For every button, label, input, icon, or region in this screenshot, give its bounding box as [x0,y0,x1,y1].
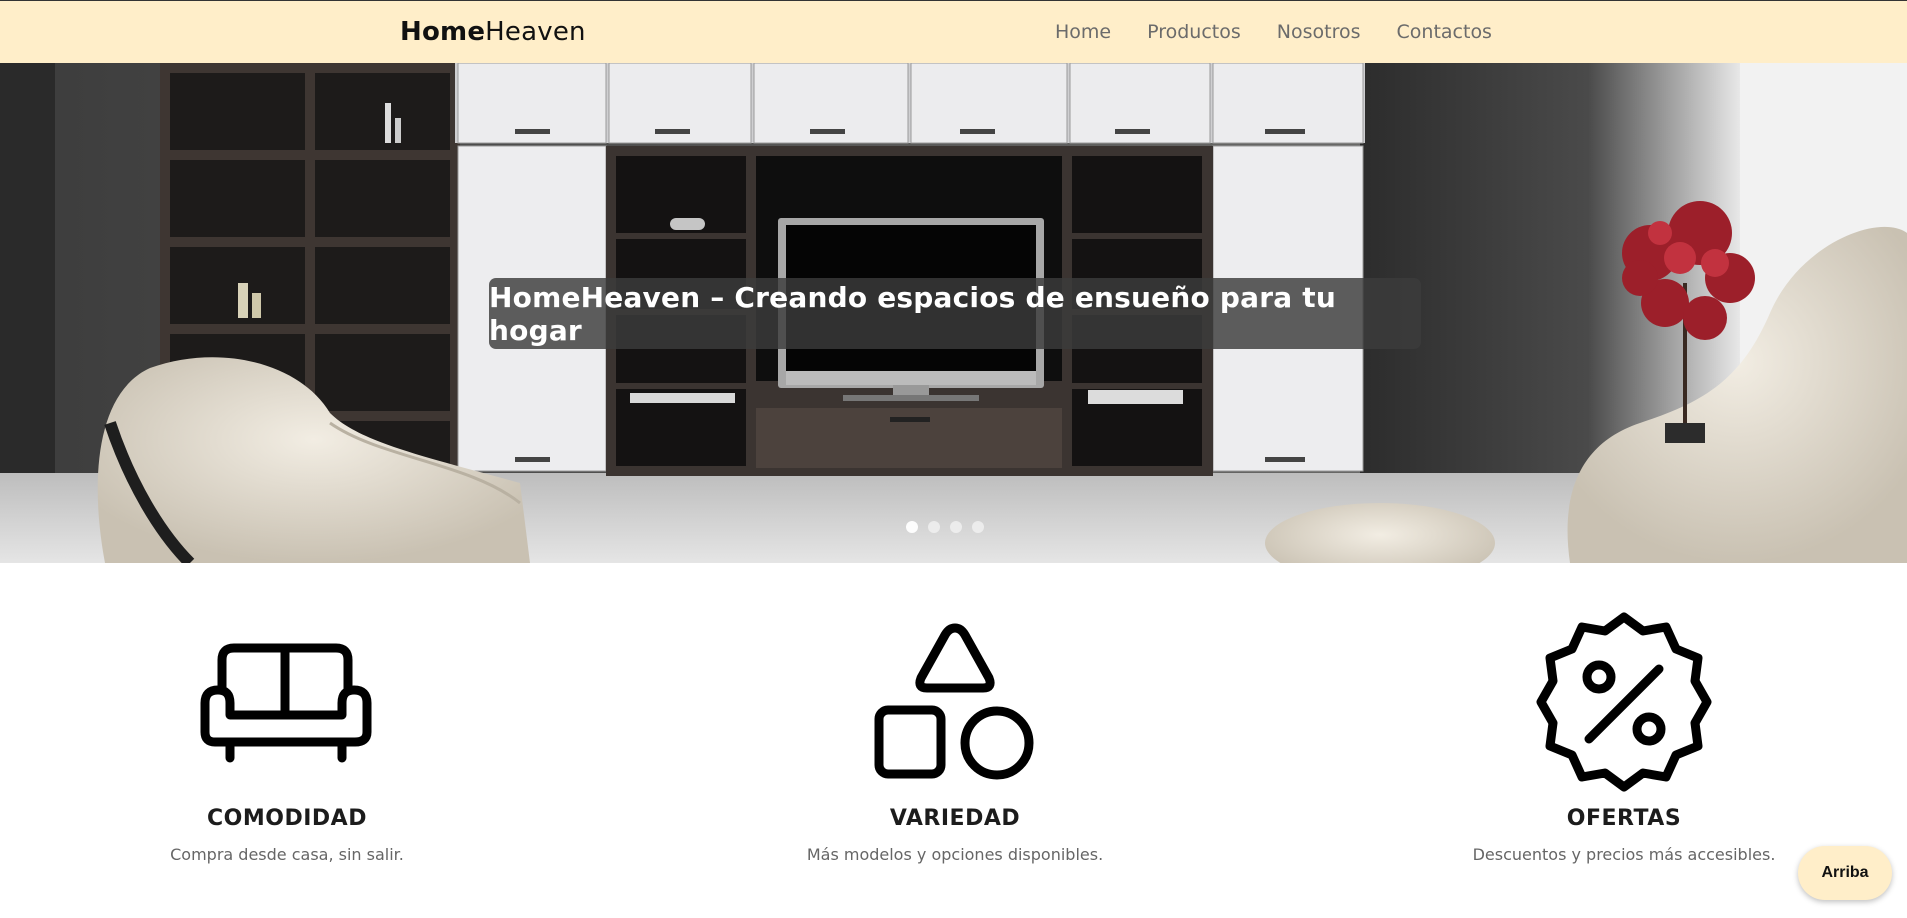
nav-links: Home Productos Nosotros Contactos [1055,21,1492,43]
shapes-icon [874,623,1034,780]
carousel-indicator-1[interactable] [906,521,918,533]
sofa-icon [200,643,372,763]
brand-bold: Home [400,17,486,47]
scroll-top-button[interactable]: Arriba [1798,846,1892,900]
carousel-indicators [906,521,984,533]
hero-carousel[interactable]: HomeHeaven – Creando espacios de ensueño… [0,63,1907,563]
feature-desc-variedad: Más modelos y opciones disponibles. [806,845,1104,864]
discount-badge-icon [1536,612,1712,792]
feature-title-variedad: VARIEDAD [889,806,1021,831]
carousel-indicator-3[interactable] [950,521,962,533]
carousel-indicator-4[interactable] [972,521,984,533]
nav-link-nosotros[interactable]: Nosotros [1277,21,1361,43]
hero-caption-box: HomeHeaven – Creando espacios de ensueño… [489,278,1421,349]
navbar: HomeHeaven Home Productos Nosotros Conta… [0,0,1907,63]
nav-link-productos[interactable]: Productos [1147,21,1241,43]
carousel-indicator-2[interactable] [928,521,940,533]
feature-title-ofertas: OFERTAS [1566,806,1682,831]
hero-caption: HomeHeaven – Creando espacios de ensueño… [489,280,1336,347]
brand-logo[interactable]: HomeHeaven [400,17,586,47]
feature-title-comodidad: COMODIDAD [207,806,367,831]
nav-link-contactos[interactable]: Contactos [1397,21,1492,43]
feature-desc-comodidad: Compra desde casa, sin salir. [170,845,404,864]
brand-light: Heaven [485,17,586,47]
nav-link-home[interactable]: Home [1055,21,1111,43]
feature-desc-ofertas: Descuentos y precios más accesibles. [1472,845,1776,864]
